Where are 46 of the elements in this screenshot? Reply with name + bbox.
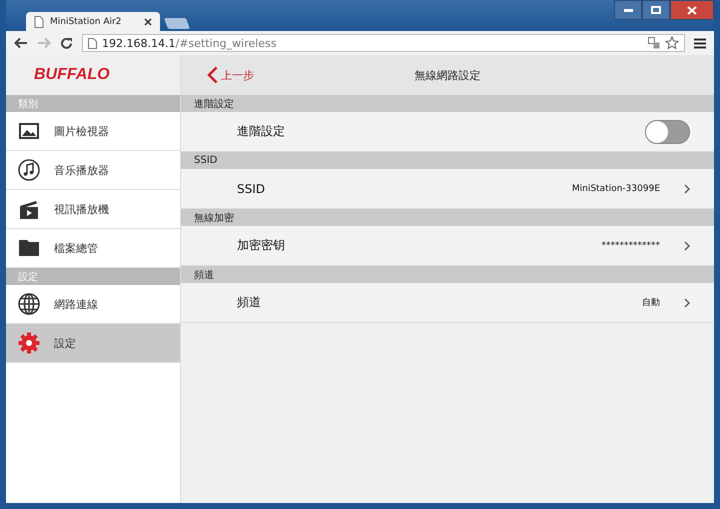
page-icon (34, 16, 44, 28)
minimize-button[interactable] (614, 0, 642, 20)
logo: BUFFALO (34, 66, 110, 84)
section-heading: 設定 (6, 268, 180, 285)
maximize-button[interactable] (642, 0, 670, 20)
menu-icon[interactable] (694, 38, 706, 48)
back-arrow-icon[interactable] (14, 37, 28, 49)
translate-icon[interactable] (648, 37, 660, 49)
close-window-button[interactable] (670, 0, 714, 20)
row-label: 進階設定 (237, 123, 285, 140)
film-icon (18, 198, 40, 220)
row-value: ************* (602, 240, 660, 250)
chevron-icon (684, 240, 690, 250)
section-heading: 無線加密 (181, 209, 714, 226)
globe-icon (18, 293, 40, 315)
row-label: SSID (237, 182, 266, 196)
music-note-icon (18, 159, 40, 181)
toggle-switch[interactable] (645, 120, 690, 144)
tab-title: MiniStation Air2 (50, 16, 122, 26)
chevron-icon (684, 184, 690, 194)
row-label: 頻道 (237, 294, 261, 311)
section-heading: SSID (181, 152, 714, 169)
browser-tab[interactable]: MiniStation Air2 (26, 12, 160, 31)
folder-icon (18, 239, 40, 257)
page-icon (88, 38, 97, 48)
address-bar[interactable]: 192.168.14.1/#setting_wireless (82, 34, 685, 52)
reload-icon[interactable] (60, 36, 73, 50)
minimize-icon (624, 8, 632, 12)
close-icon[interactable] (144, 18, 152, 26)
url-text: 192.168.14.1/#setting_wireless (102, 36, 276, 50)
back-link[interactable]: 上一步 (207, 66, 254, 84)
page-title: 無線網路設定 (414, 68, 480, 82)
row-value: 自動 (642, 296, 660, 309)
section-heading: 類別 (6, 95, 180, 112)
image-icon (18, 123, 40, 139)
row-label: 加密密钥 (237, 237, 285, 254)
section-heading: 進階設定 (181, 95, 714, 112)
row-value: MiniStation-33099E (572, 184, 660, 194)
sidebar-item[interactable]: 設定 (6, 324, 180, 363)
close-icon (687, 6, 697, 14)
chevron-left-icon (207, 66, 218, 84)
star-icon[interactable] (665, 36, 679, 50)
new-tab-button[interactable] (164, 18, 190, 29)
chevron-icon (684, 298, 690, 308)
maximize-icon (651, 6, 661, 14)
section-heading: 頻道 (181, 266, 714, 283)
